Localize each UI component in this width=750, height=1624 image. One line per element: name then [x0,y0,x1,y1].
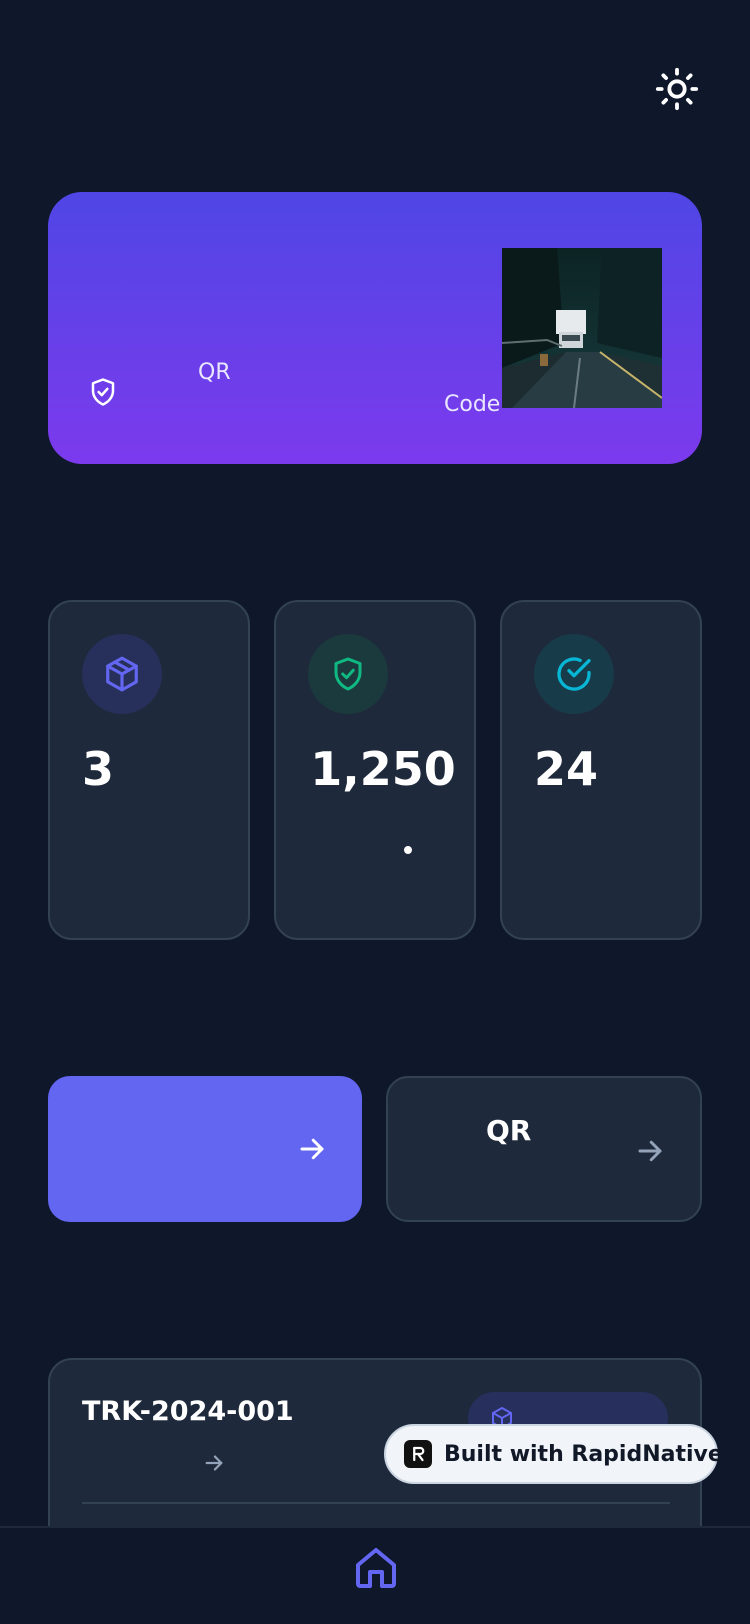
package-icon [106,656,138,692]
nav-home-tab[interactable] [352,1544,400,1592]
check-circle-icon [557,657,591,691]
theme-toggle-button[interactable] [652,64,702,114]
app-screen: QR Code 3 1,250 24 QR TRK-2024-001 Built… [0,0,750,1624]
stat-card-verified[interactable]: 1,250 [274,600,476,940]
stat-value: 1,250 [310,742,456,796]
status-dot [404,846,412,854]
tracking-id: TRK-2024-001 [82,1396,294,1427]
divider [82,1502,670,1504]
hero-card: QR Code [48,192,702,464]
stat-card-completed[interactable]: 24 [500,600,702,940]
bottom-nav [0,1526,750,1624]
built-with-badge[interactable]: Built with RapidNative [384,1424,723,1484]
stat-card-packages[interactable]: 3 [48,600,250,940]
stat-value: 3 [82,742,115,796]
scan-qr-button[interactable]: QR [386,1076,702,1222]
primary-action-button[interactable] [48,1076,362,1222]
hero-code-label: Code [444,392,501,417]
built-with-text: Built with RapidNative [444,1441,723,1467]
stat-icon-badge [82,634,162,714]
rapidnative-logo-icon [404,1440,432,1468]
shield-check-icon [334,657,362,691]
home-icon [356,1548,396,1588]
stat-icon-badge [308,634,388,714]
stat-icon-badge [534,634,614,714]
truck-on-road-photo [502,248,662,408]
arrow-right-icon [300,1138,324,1160]
sun-icon [655,67,699,111]
stat-value: 24 [534,742,599,796]
scan-qr-label: QR [486,1114,532,1147]
shield-check-icon [91,378,115,406]
arrow-right-icon [205,1455,223,1471]
hero-qr-label: QR [198,360,231,385]
arrow-right-icon [638,1140,662,1162]
